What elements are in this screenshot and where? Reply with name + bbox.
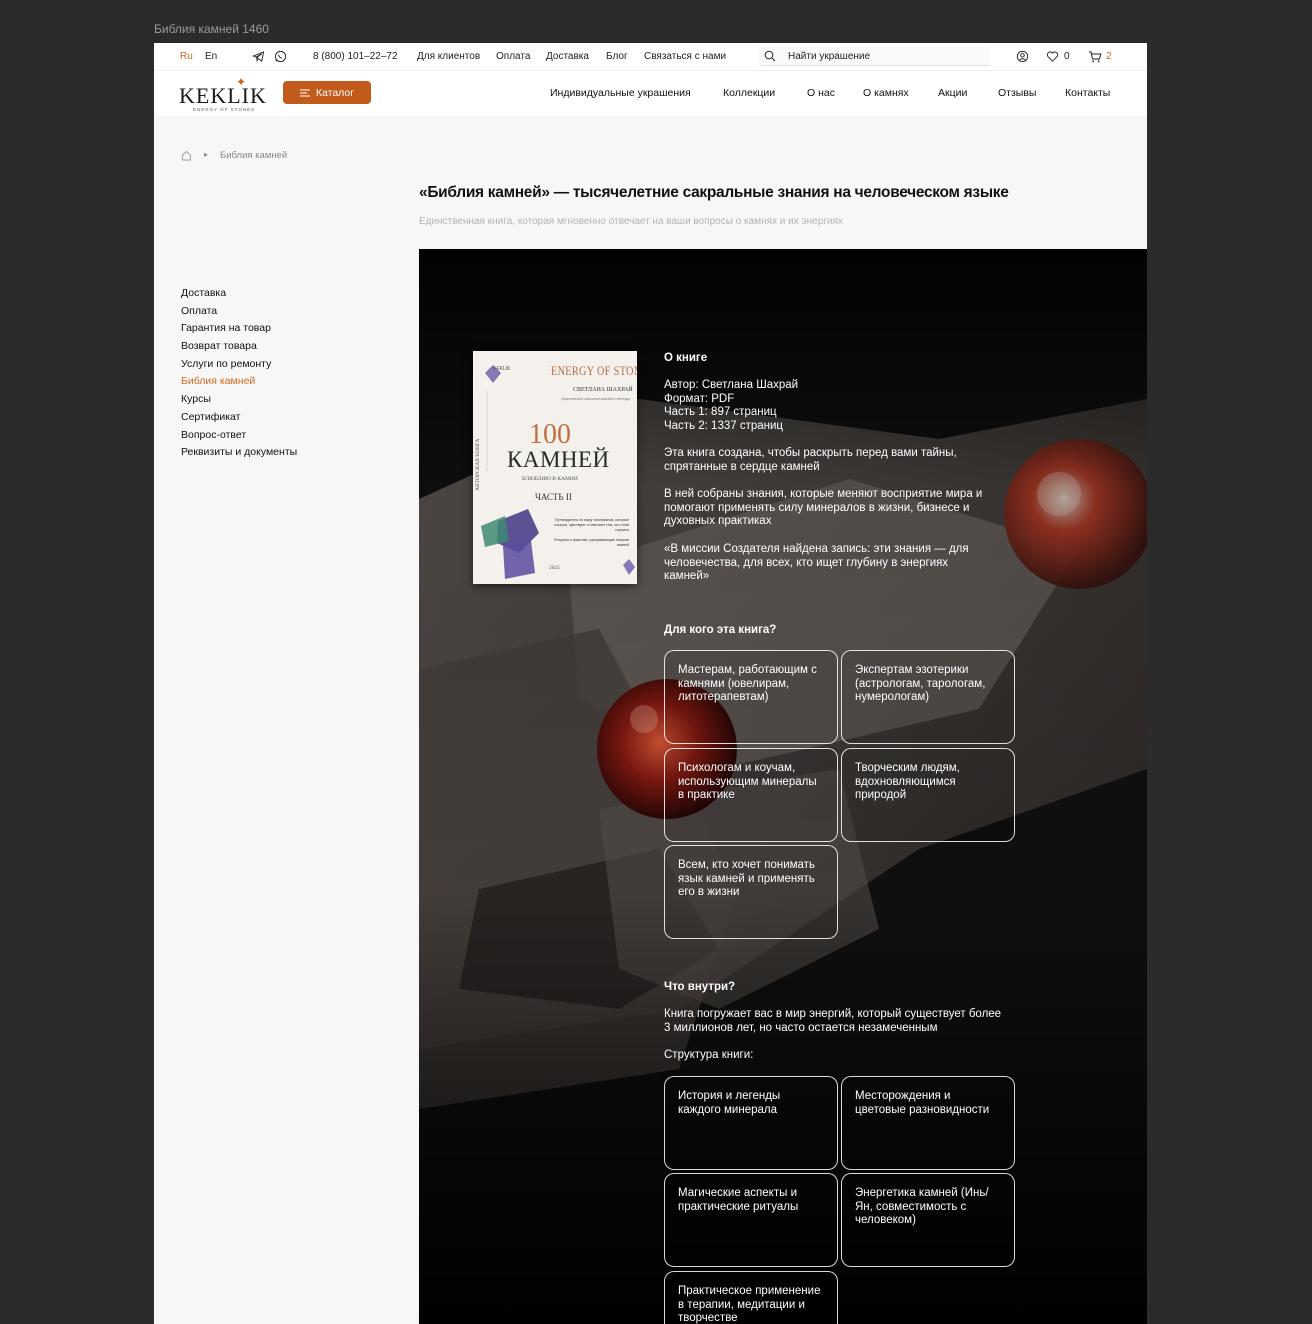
lang-ru[interactable]: Ru: [180, 51, 193, 62]
meta-author: Автор: Светлана Шахрай: [664, 379, 799, 391]
meta-format: Формат: PDF: [664, 392, 735, 405]
cover-top-title: ENERGY OF STONES: [551, 363, 637, 378]
audience-card: Всем, кто хочет понимать язык камней и п…: [664, 845, 838, 939]
audience-card: Психологам и коучам, использующим минера…: [664, 748, 838, 842]
cover-description-2: Ритуалы и практики, раскрывающие энергии…: [554, 538, 629, 547]
about-meta: Автор: Светлана Шахрай Формат: PDF Часть…: [664, 379, 1014, 434]
search-input[interactable]: [788, 50, 983, 63]
sidebar-item-stone-bible[interactable]: Библия камней: [181, 374, 297, 392]
top-link-delivery[interactable]: Доставка: [546, 51, 589, 62]
lang-en[interactable]: En: [205, 51, 217, 62]
phone-link[interactable]: 8 (800) 101–22–72: [313, 51, 398, 62]
sidebar-item-certificate[interactable]: Сертификат: [181, 410, 297, 428]
meta-part1: Часть 1: 897 страниц: [664, 406, 777, 419]
cover-side-text: АВТОРСКАЯ КНИГА: [475, 438, 481, 491]
top-link-clients[interactable]: Для клиентов: [417, 51, 480, 62]
structure-card: История и легенды каждого минерала: [664, 1076, 838, 1170]
catalog-button[interactable]: Каталог: [283, 81, 371, 104]
home-icon[interactable]: [181, 150, 192, 161]
catalog-label: Каталог: [315, 86, 355, 99]
cover-tagline: ВЛЮБЛЯЮ В КАМНИ: [522, 476, 578, 482]
sidebar-item-faq[interactable]: Вопрос-ответ: [181, 428, 297, 446]
top-link-blog[interactable]: Блог: [606, 51, 628, 62]
user-icon[interactable]: [1016, 50, 1029, 63]
structure-card: Месторождения и цветовые разновидности: [841, 1076, 1015, 1170]
logo-text: KEKLIK: [179, 83, 267, 108]
cart-count: 2: [1106, 51, 1112, 62]
meta-part2: Часть 2: 1337 страниц: [664, 420, 783, 433]
cover-part: ЧАСТЬ II: [535, 492, 572, 502]
nav-sales[interactable]: Акции: [938, 87, 967, 99]
cover-description-1: Путеводитель по миру талисманов, которые…: [554, 518, 629, 532]
main-header: KEKLIK ✦ ENERGY OF STONES Каталог Индиви…: [154, 70, 1147, 116]
structure-card: Практическое применение в терапии, медит…: [664, 1271, 838, 1324]
book-cover: KEKLIK ENERGY OF STONES СВЕТЛАНА ШАХРАЙ …: [473, 351, 637, 584]
about-paragraph-2: В ней собраны знания, которые меняют вос…: [664, 488, 983, 528]
inside-heading: Что внутри?: [664, 981, 736, 993]
page-title: «Библия камней» — тысячелетние сакральны…: [419, 184, 1009, 201]
audience-heading: Для кого эта книга?: [664, 624, 777, 636]
favorites-count: 0: [1064, 51, 1070, 62]
sidebar-item-delivery[interactable]: Доставка: [181, 286, 297, 304]
sidebar-item-courses[interactable]: Курсы: [181, 392, 297, 410]
sidebar-menu: Доставка Оплата Гарантия на товар Возвра…: [181, 286, 297, 463]
logo[interactable]: KEKLIK ✦ ENERGY OF STONES: [179, 75, 266, 112]
about-title: О книге: [664, 352, 1014, 366]
page: Ru En 8 (800) 101–22–72 Для клиентов Опл…: [154, 43, 1147, 1324]
structure-card: Энергетика камней (Инь/Ян, совместимость…: [841, 1173, 1015, 1267]
nav-reviews[interactable]: Отзывы: [998, 87, 1036, 99]
frame-label: Библия камней 1460: [154, 22, 269, 36]
search-box: [758, 47, 990, 66]
about-heading: О книге: [664, 352, 708, 364]
sidebar-item-returns[interactable]: Возврат товара: [181, 339, 297, 357]
structure-label: Структура книги:: [664, 1049, 754, 1061]
cover-small-text: практическое описание камней и легенды: [561, 397, 631, 401]
cart-icon[interactable]: [1088, 50, 1102, 63]
heart-icon[interactable]: [1046, 50, 1059, 63]
cover-brand: KEKLIK: [493, 366, 511, 372]
sidebar-item-requisites[interactable]: Реквизиты и документы: [181, 445, 297, 463]
about-paragraph-3: «В миссии Создателя найдена запись: эти …: [664, 543, 969, 583]
logo-star-icon: ✦: [236, 75, 247, 89]
chevron-right-icon: ▸: [204, 150, 209, 159]
structure-card: Магические аспекты и практические ритуал…: [664, 1173, 838, 1267]
cover-author: СВЕТЛАНА ШАХРАЙ: [573, 387, 633, 393]
sidebar-item-warranty[interactable]: Гарантия на товар: [181, 321, 297, 339]
hero-section: KEKLIK ENERGY OF STONES СВЕТЛАНА ШАХРАЙ …: [419, 249, 1147, 1324]
page-subtitle: Единственная книга, которая мгновенно от…: [419, 216, 843, 227]
nav-stones[interactable]: О камнях: [863, 87, 909, 99]
inside-intro: Книга погружает вас в мир энергий, котор…: [664, 1008, 1002, 1034]
audience-card: Творческим людям, вдохновляющимся природ…: [841, 748, 1015, 842]
nav-custom-jewelry[interactable]: Индивидуальные украшения: [550, 87, 691, 99]
cover-year: 2025: [549, 565, 560, 571]
top-link-contact[interactable]: Связаться с нами: [644, 51, 726, 62]
nav-contacts[interactable]: Контакты: [1065, 87, 1110, 99]
audience-card: Экспертам эзотерики (астрологам, таролог…: [841, 650, 1015, 744]
menu-icon: [299, 89, 310, 96]
search-icon: [764, 50, 776, 62]
audience-card: Мастерам, работающим с камнями (ювелирам…: [664, 650, 838, 744]
nav-collections[interactable]: Коллекции: [723, 87, 775, 99]
top-link-payment[interactable]: Оплата: [496, 51, 530, 62]
cover-title: КАМНЕЙ: [507, 447, 610, 472]
sidebar-item-payment[interactable]: Оплата: [181, 304, 297, 322]
breadcrumb-current: Библия камней: [220, 150, 288, 161]
nav-about[interactable]: О нас: [807, 87, 835, 99]
top-bar: Ru En 8 (800) 101–22–72 Для клиентов Опл…: [154, 43, 1147, 70]
sidebar-item-repair[interactable]: Услуги по ремонту: [181, 357, 297, 375]
whatsapp-icon[interactable]: [274, 50, 287, 63]
telegram-icon[interactable]: [252, 50, 265, 63]
logo-subtitle: ENERGY OF STONES: [193, 107, 256, 112]
about-paragraph-1: Эта книга создана, чтобы раскрыть перед …: [664, 447, 957, 473]
